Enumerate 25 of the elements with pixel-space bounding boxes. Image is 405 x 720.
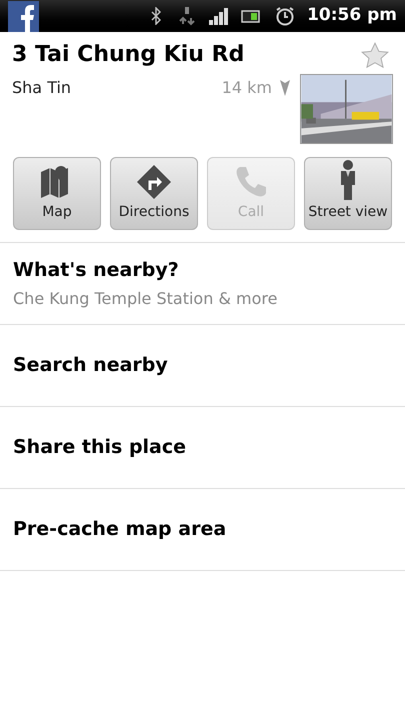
signal-icon (209, 7, 230, 25)
menu-item-subtitle: Che Kung Temple Station & more (13, 288, 278, 310)
streetview-button[interactable]: Street view (304, 157, 392, 230)
direction-arrow-icon (280, 80, 290, 96)
map-button[interactable]: Map (13, 157, 101, 230)
menu-item-title: Pre-cache map area (13, 517, 228, 542)
alarm-clock-icon (275, 6, 296, 26)
place-title: 3 Tai Chung Kiu Rd (12, 41, 246, 69)
distance-text: 14 km (222, 77, 272, 99)
facebook-icon[interactable] (8, 0, 39, 32)
menu-item[interactable]: What's nearby? Che Kung Temple Station & more (0, 243, 405, 325)
turn-sign-icon (136, 164, 172, 200)
menu-item-title: Search nearby (13, 353, 169, 378)
bluetooth-icon (151, 7, 162, 25)
clock-time: 10:56 pm (307, 4, 397, 28)
battery-icon (241, 10, 262, 22)
menu-item-title: What's nearby? (13, 258, 180, 284)
data-arrows-icon (179, 6, 196, 26)
menu-item[interactable]: Share this place (0, 407, 405, 489)
menu-item-title: Share this place (13, 435, 188, 460)
menu-item[interactable]: Search nearby (0, 325, 405, 407)
star-icon[interactable] (361, 42, 389, 70)
place-area: Sha Tin (12, 76, 222, 100)
menu-item[interactable]: Pre-cache map area (0, 489, 405, 571)
directions-button[interactable]: Directions (110, 157, 198, 230)
